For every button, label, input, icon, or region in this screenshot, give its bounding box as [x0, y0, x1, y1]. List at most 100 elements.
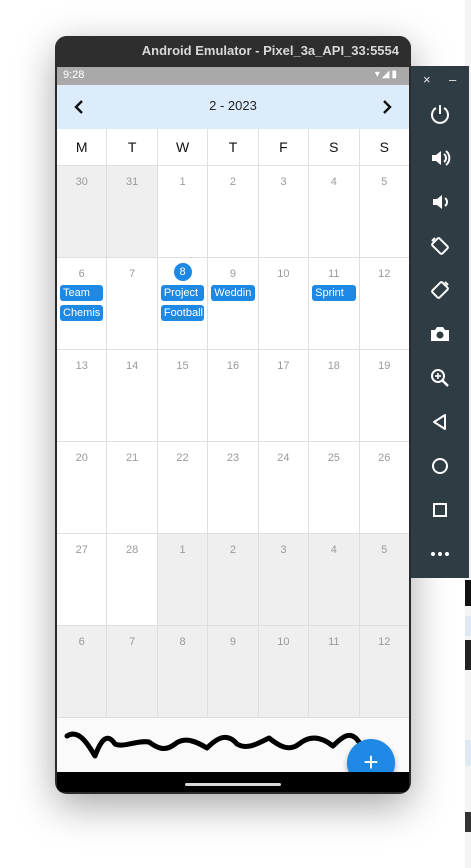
day-cell[interactable]: 8 Project Football	[156, 258, 208, 350]
day-cell[interactable]: 16	[207, 350, 258, 442]
background-mark	[465, 812, 471, 832]
day-number: 12	[378, 636, 391, 648]
back-button[interactable]	[426, 408, 454, 436]
power-button[interactable]	[426, 100, 454, 128]
day-cell[interactable]: 10	[257, 626, 309, 718]
day-cell[interactable]: 2	[207, 166, 258, 258]
day-cell[interactable]: 15	[156, 350, 208, 442]
status-bar: 9:28 ▾◢▮	[57, 67, 409, 85]
day-cell[interactable]: 20	[57, 442, 107, 534]
day-cell[interactable]: 27	[57, 534, 107, 626]
event-chip[interactable]: Weddin	[211, 285, 255, 301]
day-cell[interactable]: 1	[156, 534, 208, 626]
event-chip[interactable]: Football	[160, 305, 205, 321]
day-number: 1	[179, 544, 186, 556]
day-cell[interactable]: 22	[156, 442, 208, 534]
day-number: 27	[75, 544, 88, 556]
volume-up-icon	[432, 150, 451, 166]
day-cell[interactable]: 30	[57, 166, 107, 258]
day-number: 9	[229, 636, 237, 648]
event-chip[interactable]: Sprint	[312, 285, 356, 301]
day-cell[interactable]: 4	[308, 166, 359, 258]
day-cell[interactable]: 12	[358, 258, 409, 350]
day-number: 9	[229, 268, 237, 280]
day-number: 24	[277, 452, 290, 464]
day-number: 12	[378, 268, 391, 280]
day-cell[interactable]: 11	[308, 626, 359, 718]
toolbar-close-button[interactable]: ×	[423, 72, 431, 87]
event-chip[interactable]: Project	[160, 285, 205, 301]
zoom-icon	[431, 369, 449, 387]
day-cell[interactable]: 6	[57, 626, 107, 718]
day-cell[interactable]: 11 Sprint	[308, 258, 359, 350]
weekday-header: MTWTFSS	[57, 129, 409, 166]
toolbar-minimize-button[interactable]: –	[449, 72, 456, 87]
day-number: 22	[176, 452, 189, 464]
weekday-label: M	[57, 129, 107, 166]
day-number: 6	[78, 268, 85, 280]
month-title[interactable]: 2 - 2023	[57, 98, 409, 113]
day-cell[interactable]: 2	[207, 534, 258, 626]
day-cell[interactable]: 8	[156, 626, 208, 718]
day-number: 7	[129, 268, 136, 280]
camera-icon	[431, 327, 449, 341]
day-number: 10	[277, 268, 290, 280]
day-cell[interactable]: 10	[257, 258, 309, 350]
day-cell[interactable]: 6 Team Chemis	[57, 258, 107, 350]
emulator-window: Android Emulator - Pixel_3a_API_33:5554 …	[55, 36, 411, 794]
day-cell[interactable]: 5	[358, 534, 409, 626]
day-cell[interactable]: 4	[308, 534, 359, 626]
day-number: 30	[75, 176, 88, 188]
day-cell[interactable]: 13	[57, 350, 107, 442]
system-navigation-bar	[57, 772, 409, 792]
day-number: 6	[78, 636, 85, 648]
day-number: 1	[179, 176, 186, 188]
volume-up-button[interactable]	[426, 144, 454, 172]
today-day-number: 8	[173, 263, 192, 281]
day-cell[interactable]: 24	[257, 442, 309, 534]
day-cell[interactable]: 9 Weddin	[207, 258, 258, 350]
next-month-button[interactable]	[373, 93, 401, 121]
day-cell[interactable]: 12	[358, 626, 409, 718]
rotate-left-button[interactable]	[426, 232, 454, 260]
overview-button[interactable]	[426, 496, 454, 524]
back-icon	[433, 414, 446, 430]
rotate-right-button[interactable]	[426, 276, 454, 304]
day-cell[interactable]: 19	[358, 350, 409, 442]
day-number: 17	[277, 360, 290, 372]
week-row: 20 21 22 23 24 25 26	[57, 442, 409, 534]
week-row: 27 28 1 2 3 4 5	[57, 534, 409, 626]
day-cell[interactable]: 28	[106, 534, 157, 626]
home-button[interactable]	[426, 452, 454, 480]
day-cell[interactable]: 31	[106, 166, 157, 258]
overview-icon	[433, 503, 447, 517]
day-number: 2	[229, 176, 237, 188]
day-cell[interactable]: 3	[257, 166, 309, 258]
toolbar-window-controls: × –	[411, 72, 469, 90]
power-icon	[431, 105, 449, 124]
day-cell[interactable]: 1	[156, 166, 208, 258]
day-number: 11	[328, 268, 340, 280]
day-cell[interactable]: 25	[308, 442, 359, 534]
day-cell[interactable]: 23	[207, 442, 258, 534]
volume-down-button[interactable]	[426, 188, 454, 216]
day-cell[interactable]: 7	[106, 626, 157, 718]
day-cell[interactable]: 14	[106, 350, 157, 442]
day-cell[interactable]: 3	[257, 534, 309, 626]
day-cell[interactable]: 5	[358, 166, 409, 258]
day-number: 13	[75, 360, 88, 372]
rotate-right-icon	[431, 281, 449, 299]
day-cell[interactable]: 17	[257, 350, 309, 442]
day-cell[interactable]: 7	[106, 258, 157, 350]
home-gesture-handle[interactable]	[185, 783, 281, 786]
event-chip[interactable]: Team	[60, 285, 104, 301]
screenshot-button[interactable]	[426, 320, 454, 348]
more-button[interactable]	[426, 540, 454, 568]
day-cell[interactable]: 26	[358, 442, 409, 534]
day-cell[interactable]: 21	[106, 442, 157, 534]
zoom-button[interactable]	[426, 364, 454, 392]
event-chip[interactable]: Chemis	[60, 305, 104, 321]
day-cell[interactable]: 18	[308, 350, 359, 442]
day-number: 23	[226, 452, 240, 464]
day-cell[interactable]: 9	[207, 626, 258, 718]
